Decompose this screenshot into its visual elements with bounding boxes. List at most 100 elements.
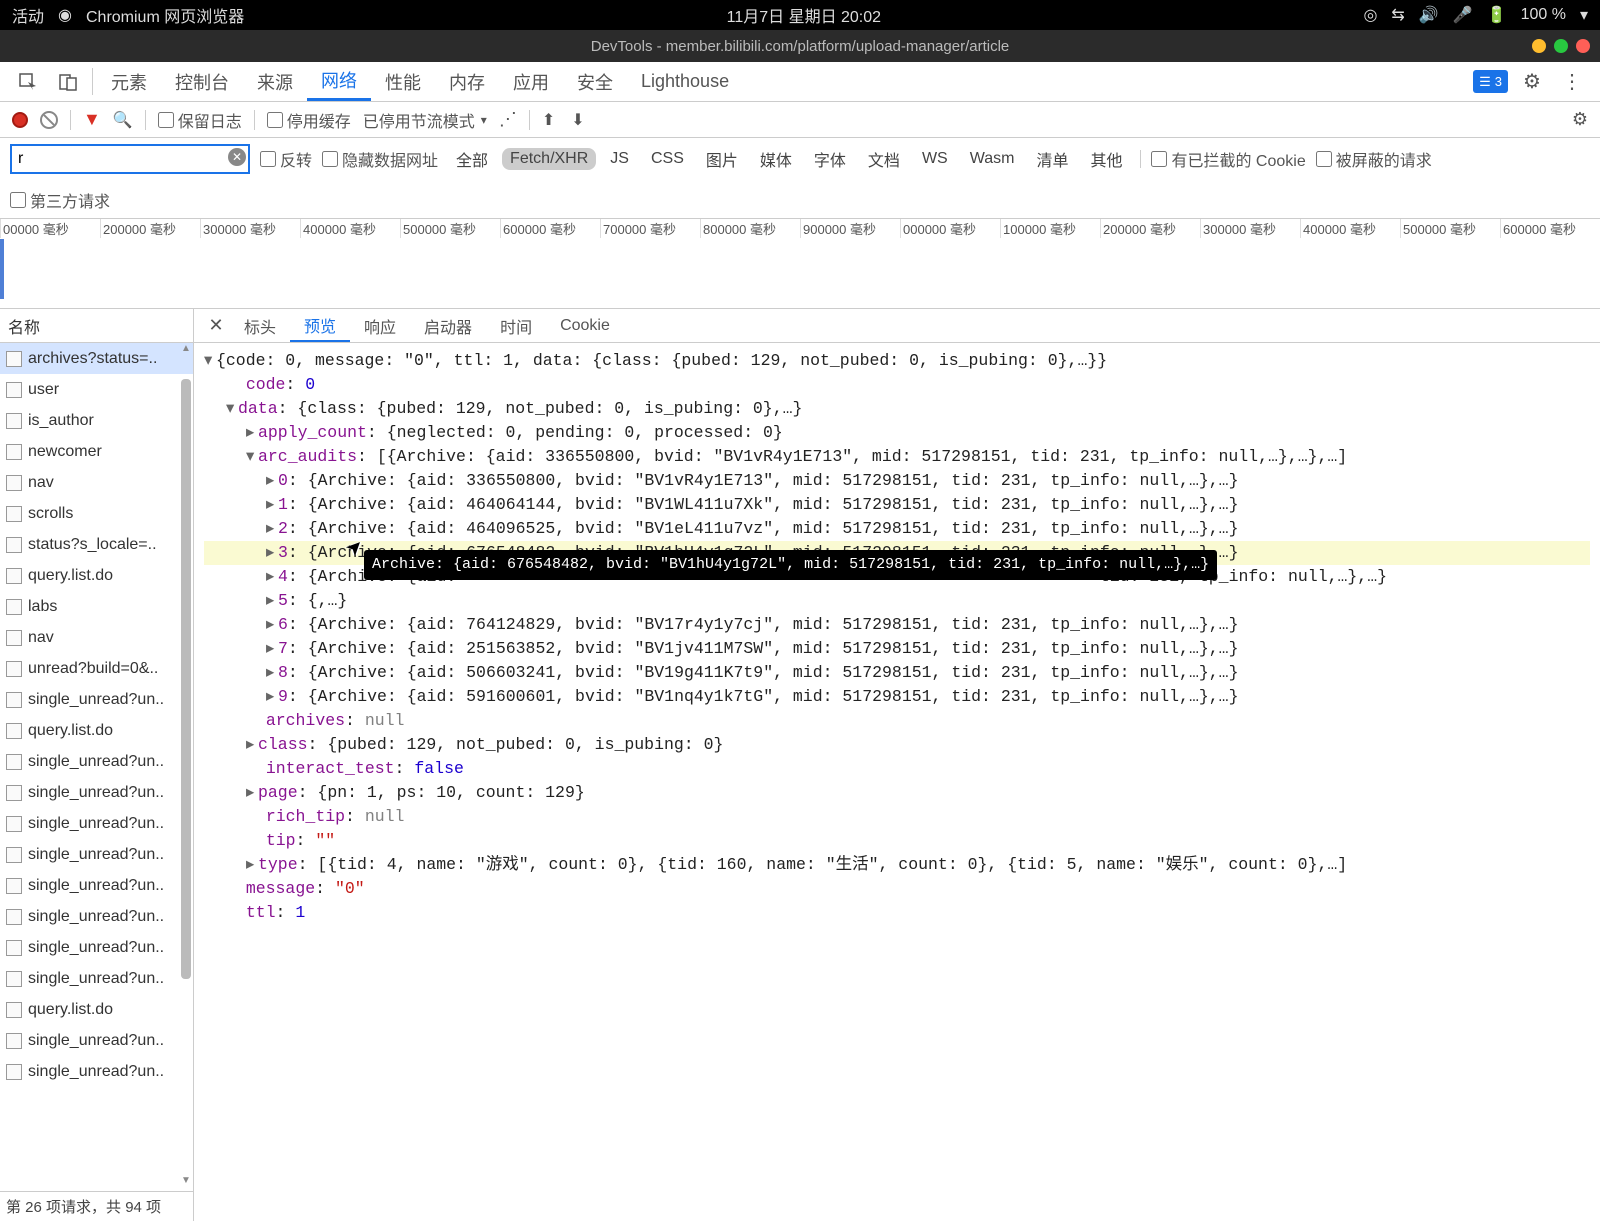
filter-type-文档[interactable]: 文档 [860,145,908,173]
filter-type-清单[interactable]: 清单 [1028,145,1076,173]
request-row[interactable]: scrolls [0,498,193,529]
request-row[interactable]: query.list.do [0,715,193,746]
json-arc-audits[interactable]: arc_audits: [{Archive: {aid: 336550800, … [204,445,1590,469]
request-row[interactable]: status?s_locale=.. [0,529,193,560]
request-row[interactable]: single_unread?un.. [0,777,193,808]
preview-body[interactable]: {code: 0, message: "0", ttl: 1, data: {c… [194,343,1600,1221]
json-type[interactable]: type: [{tid: 4, name: "游戏", count: 0}, {… [204,853,1590,877]
blocked-requests-checkbox[interactable]: 被屏蔽的请求 [1316,147,1432,171]
close-button[interactable] [1576,39,1590,53]
clear-filter-icon[interactable]: ✕ [228,148,246,166]
request-row[interactable]: single_unread?un.. [0,963,193,994]
battery-icon[interactable]: 🔋 [1487,5,1507,25]
json-rich-tip[interactable]: rich_tip: null [204,805,1590,829]
request-row[interactable]: single_unread?un.. [0,1025,193,1056]
filter-type-媒体[interactable]: 媒体 [752,145,800,173]
json-archives[interactable]: archives: null [204,709,1590,733]
detail-tab-标头[interactable]: 标头 [230,309,290,342]
invert-checkbox[interactable]: 反转 [260,147,312,171]
request-row[interactable]: single_unread?un.. [0,808,193,839]
request-row[interactable]: nav [0,467,193,498]
request-row[interactable]: single_unread?un.. [0,684,193,715]
network-conditions-icon[interactable]: ⋰ [499,109,517,130]
request-row[interactable]: query.list.do [0,994,193,1025]
maximize-button[interactable] [1554,39,1568,53]
scrollbar-thumb[interactable] [181,379,191,979]
issues-badge[interactable]: ☰3 [1473,70,1508,93]
tab-元素[interactable]: 元素 [97,62,161,101]
third-party-checkbox[interactable]: 第三方请求 [10,188,1590,212]
json-arc-2[interactable]: 2: {Archive: {aid: 464096525, bvid: "BV1… [204,517,1590,541]
upload-har-icon[interactable]: ⬆ [542,110,555,130]
request-row[interactable]: query.list.do [0,560,193,591]
request-row[interactable]: nav [0,622,193,653]
json-tip[interactable]: tip: "" [204,829,1590,853]
filter-type-JS[interactable]: JS [602,148,637,170]
request-row[interactable]: newcomer [0,436,193,467]
preserve-log-checkbox[interactable]: 保留日志 [158,108,242,132]
json-arc-6[interactable]: 6: {Archive: {aid: 764124829, bvid: "BV1… [204,613,1590,637]
filter-toggle-icon[interactable]: ▼ [83,109,101,130]
request-row[interactable]: single_unread?un.. [0,870,193,901]
close-detail-icon[interactable]: ✕ [202,309,230,342]
device-toolbar-icon[interactable] [48,62,88,101]
download-har-icon[interactable]: ⬇ [571,110,584,130]
blocked-cookies-checkbox[interactable]: 有已拦截的 Cookie [1151,147,1305,171]
tab-控制台[interactable]: 控制台 [161,62,243,101]
request-row[interactable]: archives?status=.. [0,343,193,374]
more-menu-icon[interactable]: ⋮ [1552,62,1592,101]
json-arc-7[interactable]: 7: {Archive: {aid: 251563852, bvid: "BV1… [204,637,1590,661]
request-row[interactable]: single_unread?un.. [0,746,193,777]
detail-tab-预览[interactable]: 预览 [290,309,350,342]
detail-tab-响应[interactable]: 响应 [350,309,410,342]
filter-type-字体[interactable]: 字体 [806,145,854,173]
detail-tab-Cookie[interactable]: Cookie [546,309,624,342]
inspect-element-icon[interactable] [8,62,48,101]
mic-icon[interactable]: 🎤 [1453,5,1473,25]
json-apply-count[interactable]: apply_count: {neglected: 0, pending: 0, … [204,421,1590,445]
clear-button[interactable] [36,107,61,132]
request-row[interactable]: unread?build=0&.. [0,653,193,684]
json-arc-9[interactable]: 9: {Archive: {aid: 591600601, bvid: "BV1… [204,685,1590,709]
requests-header[interactable]: 名称 [0,309,193,343]
throttling-select[interactable]: 已停用节流模式▾ [363,108,487,132]
detail-tab-时间[interactable]: 时间 [486,309,546,342]
filter-type-其他[interactable]: 其他 [1082,145,1130,173]
tab-来源[interactable]: 来源 [243,62,307,101]
disable-cache-checkbox[interactable]: 停用缓存 [267,108,351,132]
request-row[interactable]: single_unread?un.. [0,901,193,932]
network-settings-icon[interactable]: ⚙ [1572,109,1588,130]
tab-性能[interactable]: 性能 [371,62,435,101]
record-button[interactable] [12,112,28,128]
filter-type-图片[interactable]: 图片 [698,145,746,173]
settings-gear-icon[interactable]: ⚙ [1512,62,1552,101]
volume-icon[interactable]: 🔊 [1419,5,1439,25]
filter-type-CSS[interactable]: CSS [643,148,692,170]
menubar-appname[interactable]: Chromium 网页浏览器 [86,3,244,27]
json-arc-8[interactable]: 8: {Archive: {aid: 506603241, bvid: "BV1… [204,661,1590,685]
json-data[interactable]: data: {class: {pubed: 129, not_pubed: 0,… [204,397,1590,421]
menubar-activity[interactable]: 活动 [12,3,44,27]
hide-data-urls-checkbox[interactable]: 隐藏数据网址 [322,147,438,171]
filter-type-Wasm[interactable]: Wasm [962,148,1023,170]
accessibility-icon[interactable]: ◎ [1363,5,1377,25]
json-code[interactable]: code: 0 [204,373,1590,397]
menubar-datetime[interactable]: 11月7日 星期日 20:02 [727,9,881,26]
json-arc-5[interactable]: 5: {,…} [204,589,1590,613]
tab-Lighthouse[interactable]: Lighthouse [627,62,743,101]
filter-input[interactable] [10,144,250,174]
detail-tab-启动器[interactable]: 启动器 [410,309,486,342]
tab-内存[interactable]: 内存 [435,62,499,101]
json-arc-1[interactable]: 1: {Archive: {aid: 464064144, bvid: "BV1… [204,493,1590,517]
json-root[interactable]: {code: 0, message: "0", ttl: 1, data: {c… [204,349,1590,373]
requests-scrollbar[interactable]: ▲ ▼ [179,343,193,1191]
json-class[interactable]: class: {pubed: 129, not_pubed: 0, is_pub… [204,733,1590,757]
tab-网络[interactable]: 网络 [307,62,371,101]
tab-应用[interactable]: 应用 [499,62,563,101]
filter-type-全部[interactable]: 全部 [448,145,496,173]
json-interact-test[interactable]: interact_test: false [204,757,1590,781]
request-row[interactable]: user [0,374,193,405]
minimize-button[interactable] [1532,39,1546,53]
tab-安全[interactable]: 安全 [563,62,627,101]
request-row[interactable]: single_unread?un.. [0,1056,193,1087]
